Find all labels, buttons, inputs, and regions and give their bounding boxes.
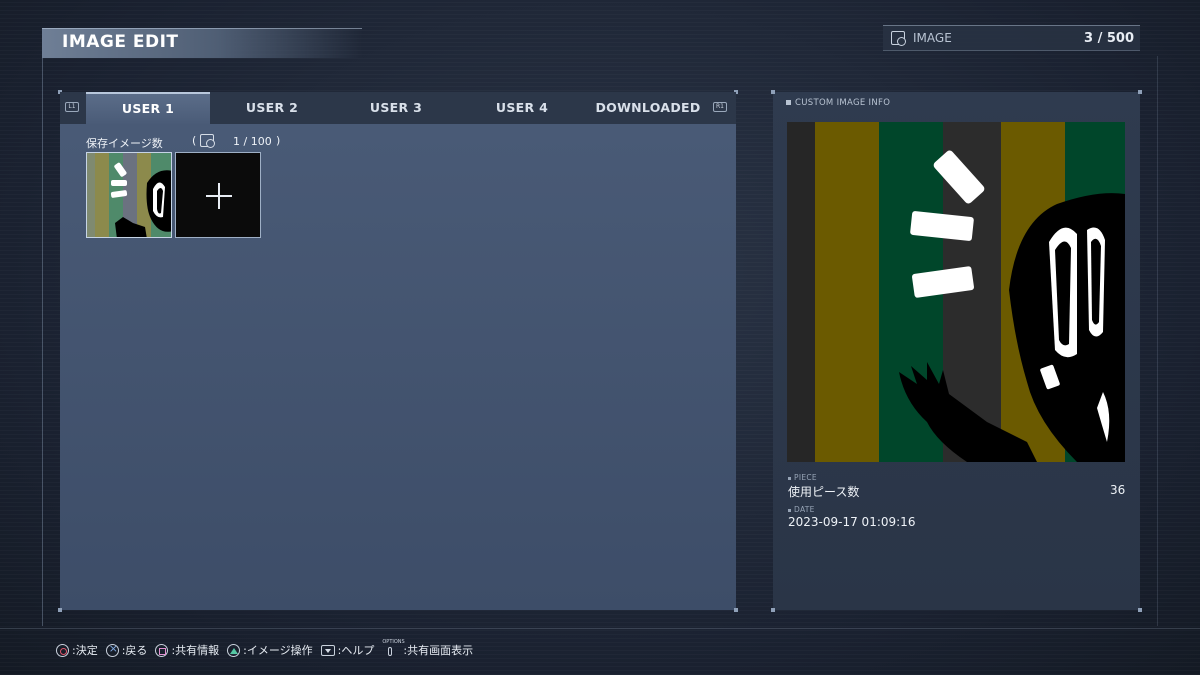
- thumbnail-art: [87, 153, 171, 237]
- share-info-label: :共有情報: [171, 644, 220, 657]
- preview-art: [787, 122, 1125, 462]
- image-stack-icon: [200, 134, 215, 148]
- button-guide: :決定 :戻る :共有情報 :イメージ操作 :ヘルプ OPTIONS:共有画面表…: [56, 639, 481, 658]
- r1-button-icon[interactable]: R1: [713, 102, 727, 112]
- saved-paren-open: (: [192, 134, 197, 147]
- info-panel-title: CUSTOM IMAGE INFO: [786, 98, 890, 108]
- share-info-hint[interactable]: :共有情報: [155, 642, 219, 658]
- piece-sublabel: PIECE: [788, 473, 817, 482]
- panel-corner: [771, 90, 775, 94]
- back-label: :戻る: [121, 644, 148, 657]
- date-sublabel: DATE: [788, 505, 815, 514]
- image-preview: [787, 122, 1125, 462]
- saved-images-count: 1 / 100: [233, 135, 272, 148]
- tab-user-1[interactable]: USER 1: [86, 92, 210, 124]
- panel-corner: [1138, 608, 1142, 612]
- back-hint[interactable]: :戻る: [105, 642, 148, 658]
- image-operation-hint[interactable]: :イメージ操作: [227, 642, 313, 658]
- image-counter-label: IMAGE: [913, 31, 952, 45]
- confirm-hint[interactable]: :決定: [56, 642, 98, 658]
- page-title: IMAGE EDIT: [62, 32, 179, 52]
- share-screen-label: :共有画面表示: [403, 644, 474, 657]
- tab-user-4[interactable]: USER 4: [460, 92, 584, 124]
- add-image-slot[interactable]: [175, 152, 261, 238]
- tab-user-3[interactable]: USER 3: [334, 92, 458, 124]
- footer-divider: [0, 628, 1200, 629]
- square-button-icon: [155, 643, 169, 657]
- piece-value: 36: [1110, 483, 1126, 497]
- image-stack-icon: [891, 31, 906, 46]
- tab-downloaded[interactable]: DOWNLOADED: [586, 92, 710, 124]
- confirm-label: :決定: [72, 644, 98, 657]
- panel-corner: [771, 608, 775, 612]
- cross-button-icon: [105, 642, 119, 657]
- saved-paren-close: ): [276, 134, 281, 147]
- image-thumbnail[interactable]: [86, 152, 172, 238]
- dpad-down-icon: [320, 644, 335, 656]
- help-hint[interactable]: :ヘルプ: [320, 642, 375, 658]
- help-label: :ヘルプ: [337, 644, 375, 657]
- circle-button-icon: [56, 643, 69, 657]
- tab-user-2[interactable]: USER 2: [210, 92, 334, 124]
- plus-icon: [218, 183, 220, 209]
- l1-button-icon[interactable]: L1: [65, 102, 79, 112]
- panel-corner: [1138, 90, 1142, 94]
- frame-line-right: [1157, 56, 1158, 626]
- frame-line-left: [42, 56, 43, 626]
- saved-images-label: 保存イメージ数: [86, 137, 163, 150]
- panel-corner: [58, 608, 62, 612]
- date-value: 2023-09-17 01:09:16: [788, 515, 916, 529]
- triangle-button-icon: [227, 643, 241, 657]
- image-counter: IMAGE 3 / 500: [883, 25, 1140, 51]
- panel-corner: [734, 608, 738, 612]
- image-counter-value: 3 / 500: [1084, 31, 1134, 46]
- options-button-icon: OPTIONS: [382, 639, 405, 658]
- share-screen-hint[interactable]: OPTIONS:共有画面表示: [382, 639, 474, 658]
- tab-bar: USER 1 USER 2 USER 3 USER 4 DOWNLOADED: [60, 92, 736, 124]
- piece-label: 使用ピース数: [788, 485, 860, 499]
- image-operation-label: :イメージ操作: [243, 644, 313, 657]
